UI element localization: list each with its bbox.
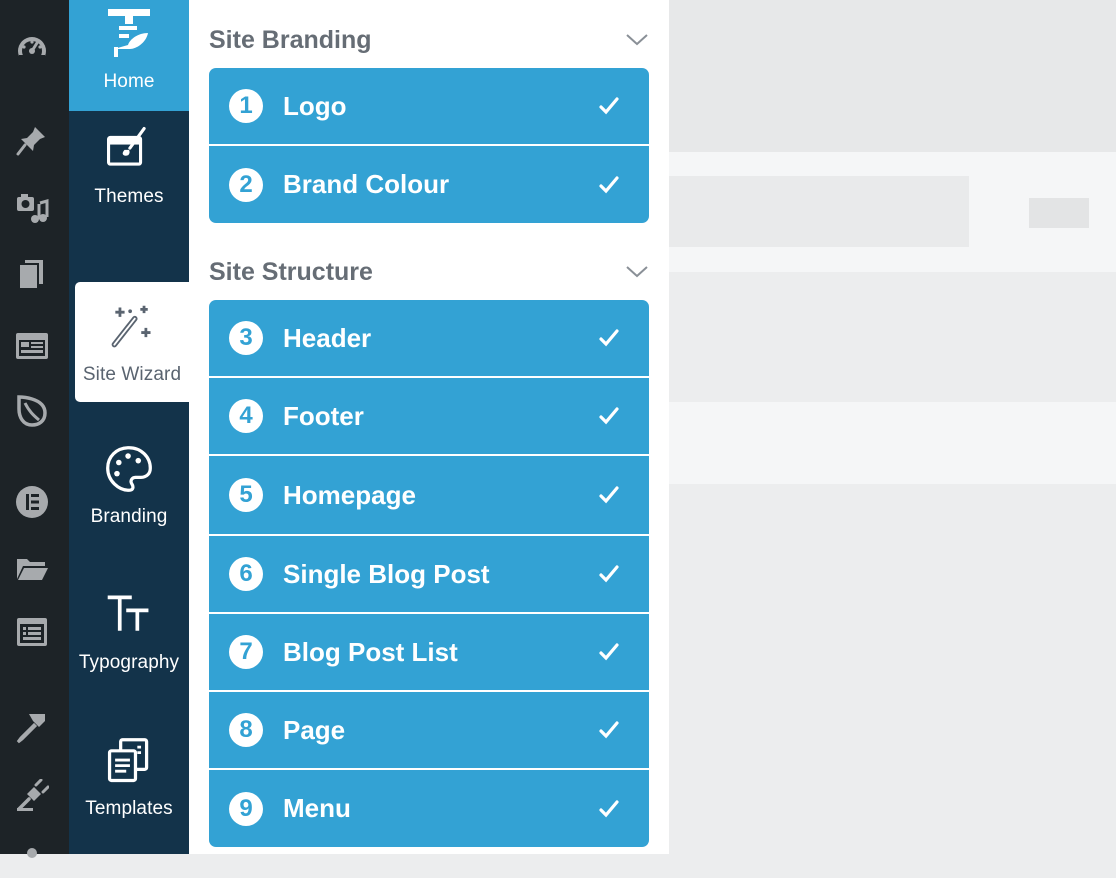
dashboard-icon[interactable] xyxy=(14,32,50,68)
themes-icon xyxy=(102,122,156,176)
section-title: Site Branding xyxy=(209,25,372,54)
step-number: 2 xyxy=(229,167,263,202)
preview-placeholder-block xyxy=(669,176,969,247)
step-label: Page xyxy=(283,714,346,745)
pages-icon[interactable] xyxy=(14,256,50,292)
nav-templates-label: Templates xyxy=(85,798,173,819)
step-label: Logo xyxy=(283,90,347,121)
step-menu[interactable]: 9 Menu xyxy=(209,770,649,847)
nav-templates[interactable]: Templates xyxy=(69,724,189,836)
plugin-nav: Home Themes Site Wizard Branding Typogra… xyxy=(69,0,189,854)
checkmark-icon xyxy=(599,175,619,193)
nav-home[interactable]: Home xyxy=(69,0,189,111)
wizard-panel: Site Branding 1 Logo 2 Brand Colour Site… xyxy=(189,0,669,854)
templates-icon xyxy=(102,734,156,788)
step-page[interactable]: 8 Page xyxy=(209,692,649,770)
palette-icon xyxy=(102,442,156,496)
chevron-down-icon xyxy=(626,266,648,278)
step-label: Brand Colour xyxy=(283,169,450,199)
section-site-branding-header[interactable]: Site Branding xyxy=(209,22,649,58)
step-label: Menu xyxy=(283,793,351,823)
preview-placeholder-button xyxy=(1029,198,1089,228)
nav-typography-label: Typography xyxy=(78,652,180,673)
layout-icon[interactable] xyxy=(14,328,50,364)
checkmark-icon xyxy=(599,721,619,739)
section-title: Site Structure xyxy=(209,257,373,286)
step-number: 5 xyxy=(229,478,263,512)
nav-typography[interactable]: Typography xyxy=(69,578,189,690)
step-number: 4 xyxy=(229,399,263,433)
more-icon[interactable] xyxy=(14,842,50,878)
checkmark-icon xyxy=(599,486,619,504)
forms-icon[interactable] xyxy=(14,614,50,650)
step-label: Homepage xyxy=(283,479,416,510)
home-logo-icon xyxy=(102,7,156,61)
nav-home-label: Home xyxy=(103,71,155,92)
checkmark-icon xyxy=(599,329,619,347)
step-brand-colour[interactable]: 2 Brand Colour xyxy=(209,146,649,223)
media-icon[interactable] xyxy=(14,190,50,226)
step-single-blog-post[interactable]: 6 Single Blog Post xyxy=(209,536,649,614)
checkmark-icon xyxy=(599,799,619,817)
nav-branding[interactable]: Branding xyxy=(69,432,189,544)
chevron-down-icon xyxy=(626,34,648,46)
section-site-structure-header[interactable]: Site Structure xyxy=(209,254,649,290)
step-label: Header xyxy=(283,322,372,353)
step-number: 8 xyxy=(229,713,263,747)
checkmark-icon xyxy=(599,97,619,115)
step-number: 6 xyxy=(229,557,263,591)
leaf-icon[interactable] xyxy=(14,392,50,428)
preview-top-block xyxy=(669,0,1116,152)
step-number: 7 xyxy=(229,635,263,669)
plugin-icon[interactable] xyxy=(14,778,50,814)
step-number: 1 xyxy=(229,89,263,123)
checkmark-icon xyxy=(599,407,619,425)
checkmark-icon xyxy=(599,643,619,661)
checkmark-icon xyxy=(599,565,619,583)
step-header[interactable]: 3 Header xyxy=(209,300,649,378)
step-footer[interactable]: 4 Footer xyxy=(209,378,649,456)
preview-content-band xyxy=(669,402,1116,484)
elementor-icon[interactable] xyxy=(14,484,50,520)
magic-wand-icon xyxy=(105,300,159,354)
step-number: 3 xyxy=(229,321,263,355)
wp-admin-sidebar xyxy=(0,0,69,858)
step-label: Blog Post List xyxy=(283,636,458,667)
folder-icon[interactable] xyxy=(14,550,50,586)
nav-themes[interactable]: Themes xyxy=(69,112,189,224)
brush-icon[interactable] xyxy=(14,710,50,746)
site-structure-steps: 3 Header 4 Footer 5 Homepage 6 Single Bl… xyxy=(209,300,649,847)
nav-themes-label: Themes xyxy=(94,186,164,207)
nav-site-wizard[interactable]: Site Wizard xyxy=(75,282,189,402)
step-label: Footer xyxy=(283,400,364,431)
typography-icon xyxy=(102,588,156,642)
step-number: 9 xyxy=(229,791,263,826)
pin-icon[interactable] xyxy=(14,122,50,158)
site-preview xyxy=(669,0,1116,854)
step-logo[interactable]: 1 Logo xyxy=(209,68,649,146)
nav-branding-label: Branding xyxy=(90,506,168,527)
step-blog-post-list[interactable]: 7 Blog Post List xyxy=(209,614,649,692)
site-branding-steps: 1 Logo 2 Brand Colour xyxy=(209,68,649,223)
nav-site-wizard-label: Site Wizard xyxy=(82,364,182,385)
step-homepage[interactable]: 5 Homepage xyxy=(209,456,649,536)
step-label: Single Blog Post xyxy=(283,558,490,589)
